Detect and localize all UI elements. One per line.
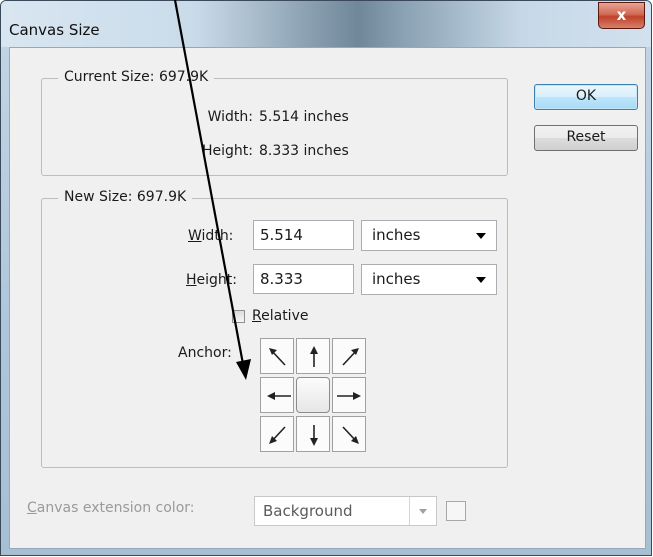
chevron-down-icon (476, 233, 486, 239)
height-unit-select[interactable]: inches (361, 264, 497, 295)
chevron-down-icon (409, 497, 436, 525)
window-title: Canvas Size (9, 21, 100, 39)
close-button[interactable]: x (598, 2, 645, 29)
relative-label[interactable]: Relative (252, 308, 308, 324)
height-input[interactable]: 8.333 (253, 264, 354, 294)
reset-button[interactable]: Reset (534, 125, 638, 151)
new-width-label: Width: (188, 228, 233, 244)
anchor-label: Anchor: (178, 345, 232, 361)
extension-label-rest: anvas extension color: (36, 500, 195, 516)
extension-color-swatch[interactable] (446, 501, 466, 521)
current-height-value: 8.333 inches (259, 143, 349, 159)
arrow-up-right-icon (342, 348, 359, 366)
title-bar[interactable]: Canvas Size x (1, 1, 651, 47)
arrow-down-right-icon (342, 426, 359, 444)
current-height-label: Height: (202, 143, 253, 159)
arrow-down-left-icon (269, 426, 286, 444)
height-accel: H (186, 272, 197, 288)
chevron-down-icon (476, 277, 486, 283)
anchor-bottom-left[interactable] (260, 416, 294, 452)
arrow-down-icon (310, 425, 318, 446)
canvas-size-dialog: Canvas Size x Current Size: 697.9K Width… (0, 0, 652, 556)
arrow-up-icon (310, 346, 318, 367)
height-label-rest: eight: (196, 272, 237, 288)
anchor-right[interactable] (332, 377, 366, 413)
anchor-center[interactable] (296, 377, 330, 413)
current-width-label: Width: (207, 109, 253, 125)
anchor-bottom[interactable] (296, 416, 330, 452)
width-input[interactable]: 5.514 (253, 220, 354, 250)
anchor-grid (260, 338, 368, 454)
arrow-left-icon (267, 392, 291, 400)
width-accel: W (188, 228, 202, 244)
dialog-client-area: Current Size: 697.9K Width: 5.514 inches… (9, 47, 646, 549)
extension-color-value: Background (263, 502, 353, 520)
anchor-left[interactable] (260, 377, 294, 413)
anchor-top-right[interactable] (332, 338, 366, 374)
width-label-rest: idth: (201, 228, 234, 244)
extension-color-select[interactable]: Background (254, 496, 437, 526)
extension-color-label: Canvas extension color: (27, 500, 195, 516)
close-icon: x (616, 6, 627, 24)
anchor-top[interactable] (296, 338, 330, 374)
current-size-legend: Current Size: 697.9K (58, 69, 215, 85)
height-unit-value: inches (372, 270, 421, 288)
anchor-top-left[interactable] (260, 338, 294, 374)
width-unit-select[interactable]: inches (361, 220, 497, 251)
new-height-label: Height: (186, 272, 237, 288)
relative-label-rest: elative (261, 308, 309, 324)
arrow-up-left-icon (269, 348, 286, 366)
ok-button[interactable]: OK (534, 84, 638, 110)
anchor-bottom-right[interactable] (332, 416, 366, 452)
extension-accel: C (27, 500, 37, 516)
new-size-legend: New Size: 697.9K (58, 189, 193, 205)
relative-checkbox[interactable] (232, 310, 245, 323)
arrow-right-icon (337, 392, 361, 400)
current-size-group: Current Size: 697.9K Width: 5.514 inches… (41, 69, 508, 176)
relative-accel: R (252, 308, 262, 324)
width-unit-value: inches (372, 226, 421, 244)
current-width-value: 5.514 inches (259, 109, 349, 125)
